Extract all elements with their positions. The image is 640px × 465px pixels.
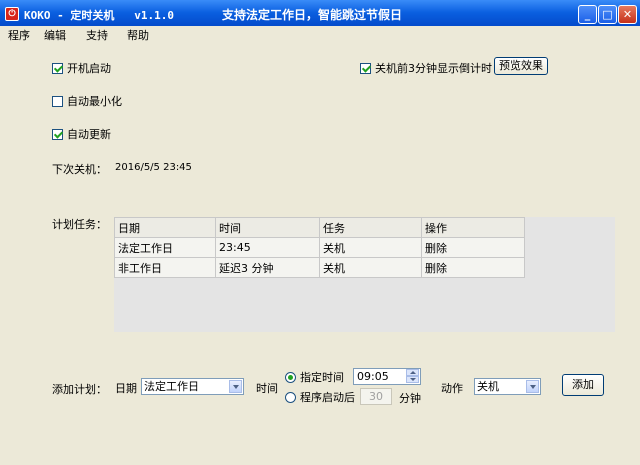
cell-task: 关机 xyxy=(319,237,422,258)
checkbox-icon xyxy=(52,62,63,74)
main-panel: 开机启动 自动最小化 自动更新 关机前3分钟显示倒计时 预览效果 下次关机： 2… xyxy=(3,43,637,465)
action-select-value: 关机 xyxy=(477,380,499,393)
window-title: KOKO - 定时关机 v1.1.0 xyxy=(24,9,174,22)
action-select[interactable]: 关机 xyxy=(474,378,541,395)
table-row[interactable]: 非工作日 延迟3 分钟 关机 删除 xyxy=(114,257,525,278)
cell-date: 非工作日 xyxy=(114,257,216,278)
next-shutdown-value: 2016/5/5 23:45 xyxy=(115,162,192,173)
checkbox-icon xyxy=(52,95,63,107)
after-start-label: 程序启动后 xyxy=(300,391,355,404)
menu-support[interactable]: 支持 xyxy=(86,27,108,43)
action-label: 动作 xyxy=(441,382,463,395)
time-input-value: 09:05 xyxy=(357,370,389,383)
menu-edit[interactable]: 编辑 xyxy=(44,27,66,43)
close-button[interactable]: ✕ xyxy=(618,5,637,24)
menu-bar: 程序 编辑 支持 帮助 xyxy=(0,26,640,42)
radio-icon xyxy=(285,391,296,403)
menu-help[interactable]: 帮助 xyxy=(127,27,149,43)
cell-time: 延迟3 分钟 xyxy=(215,257,320,278)
checkbox-icon xyxy=(52,128,63,140)
menu-program[interactable]: 程序 xyxy=(8,27,30,43)
delete-link[interactable]: 删除 xyxy=(421,237,525,258)
spin-down-icon[interactable] xyxy=(406,376,419,383)
cell-time: 23:45 xyxy=(215,237,320,258)
add-plan-label: 添加计划： xyxy=(52,383,107,396)
delete-link[interactable]: 删除 xyxy=(421,257,525,278)
chevron-down-icon[interactable] xyxy=(229,380,242,393)
table-row[interactable]: 法定工作日 23:45 关机 删除 xyxy=(114,237,525,258)
minutes-input[interactable]: 30 xyxy=(360,388,392,405)
autoupdate-checkbox[interactable]: 自动更新 xyxy=(52,126,111,142)
autostart-checkbox[interactable]: 开机启动 xyxy=(52,60,111,76)
column-header: 日期 xyxy=(114,217,216,238)
minutes-input-value: 30 xyxy=(369,390,383,403)
date-select[interactable]: 法定工作日 xyxy=(141,378,244,395)
checkbox-icon xyxy=(360,62,371,74)
countdown-checkbox[interactable]: 关机前3分钟显示倒计时 xyxy=(360,60,492,76)
tasks-label: 计划任务： xyxy=(52,218,107,231)
next-shutdown-label: 下次关机： xyxy=(52,163,107,176)
specific-time-label: 指定时间 xyxy=(300,371,344,384)
column-header: 操作 xyxy=(421,217,525,238)
title-bar: ⏻ KOKO - 定时关机 v1.1.0 支持法定工作日，智能跳过节假日 _ □… xyxy=(0,0,640,28)
autominimize-checkbox[interactable]: 自动最小化 xyxy=(52,93,122,109)
column-header: 任务 xyxy=(319,217,422,238)
date-select-value: 法定工作日 xyxy=(144,380,199,393)
date-label: 日期 xyxy=(115,382,137,395)
table-header-row: 日期 时间 任务 操作 xyxy=(114,217,525,238)
autostart-label: 开机启动 xyxy=(67,62,111,75)
maximize-button[interactable]: □ xyxy=(598,5,617,24)
cell-task: 关机 xyxy=(319,257,422,278)
preview-button[interactable]: 预览效果 xyxy=(494,57,548,75)
time-spinner[interactable] xyxy=(406,369,419,384)
minutes-unit: 分钟 xyxy=(399,392,421,405)
countdown-label: 关机前3分钟显示倒计时 xyxy=(375,62,492,75)
time-label: 时间 xyxy=(256,382,278,395)
power-icon: ⏻ xyxy=(5,7,19,21)
task-grid[interactable]: 日期 时间 任务 操作 法定工作日 23:45 关机 删除 非工作日 延迟3 分… xyxy=(114,217,615,332)
after-start-radio[interactable]: 程序启动后 xyxy=(285,389,355,405)
autoupdate-label: 自动更新 xyxy=(67,128,111,141)
autominimize-label: 自动最小化 xyxy=(67,95,122,108)
spin-up-icon[interactable] xyxy=(406,369,419,376)
add-button[interactable]: 添加 xyxy=(562,374,604,396)
window-slogan: 支持法定工作日，智能跳过节假日 xyxy=(222,8,403,22)
task-table: 日期 时间 任务 操作 法定工作日 23:45 关机 删除 非工作日 延迟3 分… xyxy=(114,217,525,278)
specific-time-radio[interactable]: 指定时间 xyxy=(285,369,344,385)
minimize-button[interactable]: _ xyxy=(578,5,597,24)
column-header: 时间 xyxy=(215,217,320,238)
radio-icon xyxy=(285,371,296,383)
chevron-down-icon[interactable] xyxy=(526,380,539,393)
cell-date: 法定工作日 xyxy=(114,237,216,258)
